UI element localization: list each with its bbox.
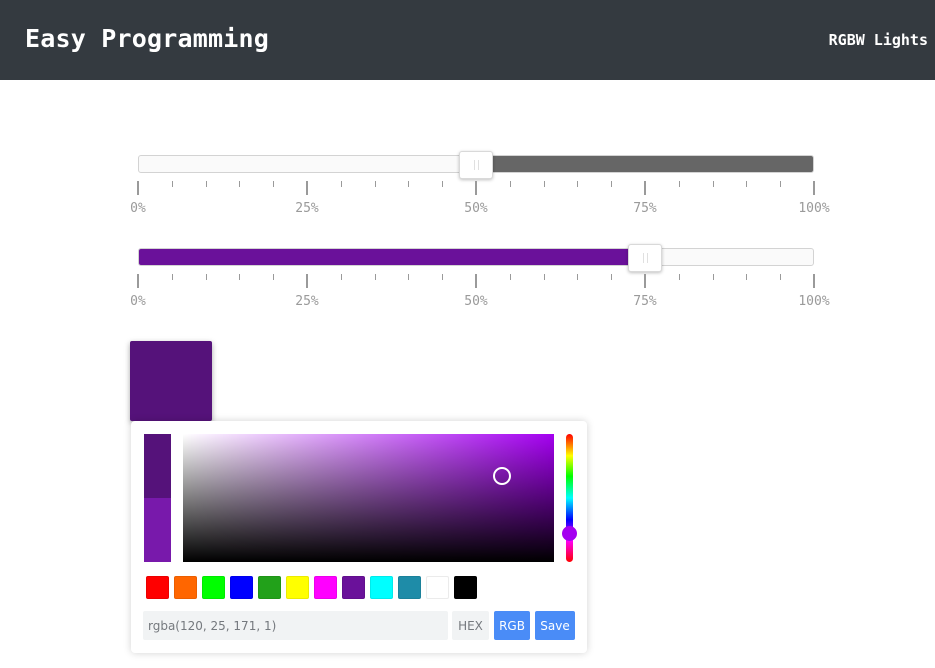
preset-color-swatch[interactable] [258,576,281,599]
color-preview [144,434,171,562]
slider-minor-tick [374,274,376,280]
slider-fill [139,249,646,265]
slider-minor-tick [543,274,545,280]
color-value-input[interactable] [143,611,448,640]
color-brightness-slider[interactable]: 0% 25% 50% 75% 100% [130,244,830,309]
nav-link-rgbw-lights[interactable]: RGBW Lights [829,31,928,49]
slider-minor-tick [611,181,613,187]
slider-major-tick [644,274,646,288]
slider-scale: 0% 25% 50% 75% 100% [130,181,830,221]
slider-minor-tick [340,274,342,280]
slider-minor-tick [171,181,173,187]
navbar: Easy Programming RGBW Lights [0,0,935,80]
slider-track[interactable] [138,248,814,266]
color-picker-panel: HEX RGB Save [131,421,587,653]
slider-tick-label: 100% [798,201,830,216]
slider-minor-tick [746,181,748,187]
preset-color-swatch[interactable] [202,576,225,599]
slider-minor-tick [205,181,207,187]
slider-fill [477,156,813,172]
hue-slider-thumb[interactable] [562,525,577,541]
slider-minor-tick [746,274,748,280]
slider-minor-tick [780,181,782,187]
slider-tick-label: 0% [130,201,146,216]
slider-minor-tick [712,181,714,187]
preset-color-swatch[interactable] [314,576,337,599]
slider-minor-tick [205,274,207,280]
slider-minor-tick [712,274,714,280]
saturation-value-palette[interactable] [183,434,554,562]
slider-minor-tick [273,274,275,280]
white-brightness-slider[interactable]: 0% 25% 50% 75% 100% [130,151,830,216]
slider-minor-tick [442,274,444,280]
slider-minor-tick [509,274,511,280]
slider-minor-tick [780,274,782,280]
slider-major-tick [137,274,139,288]
slider-minor-tick [374,181,376,187]
slider-minor-tick [611,274,613,280]
slider-tick-label: 75% [633,201,657,216]
current-color-preview [144,498,171,562]
save-button[interactable]: Save [535,611,575,640]
brand-title[interactable]: Easy Programming [25,24,269,53]
preset-color-swatch[interactable] [174,576,197,599]
slider-tick-label: 25% [295,201,319,216]
slider-minor-tick [171,274,173,280]
slider-minor-tick [678,181,680,187]
slider-major-tick [813,181,815,195]
slider-minor-tick [239,181,241,187]
slider-major-tick [644,181,646,195]
hex-mode-button[interactable]: HEX [452,611,489,640]
slider-major-tick [813,274,815,288]
slider-minor-tick [442,181,444,187]
preset-color-swatch[interactable] [370,576,393,599]
slider-tick-label: 25% [295,294,319,309]
slider-minor-tick [239,274,241,280]
slider-minor-tick [273,181,275,187]
slider-handle[interactable] [459,151,493,179]
preset-color-swatch[interactable] [146,576,169,599]
slider-major-tick [306,181,308,195]
slider-minor-tick [340,181,342,187]
slider-tick-label: 100% [798,294,830,309]
slider-minor-tick [577,274,579,280]
slider-handle[interactable] [628,244,662,272]
slider-minor-tick [543,181,545,187]
hue-slider[interactable] [562,434,577,562]
preset-color-swatch[interactable] [426,576,449,599]
slider-major-tick [475,274,477,288]
rgb-mode-button[interactable]: RGB [494,611,530,640]
slider-tick-label: 50% [464,201,488,216]
palette-cursor[interactable] [493,467,512,486]
color-swatch-button[interactable] [130,341,212,421]
slider-minor-tick [408,274,410,280]
slider-minor-tick [509,181,511,187]
slider-major-tick [475,181,477,195]
slider-tick-label: 0% [130,294,146,309]
preset-color-swatch[interactable] [286,576,309,599]
slider-tick-label: 50% [464,294,488,309]
slider-tick-label: 75% [633,294,657,309]
preset-color-swatch[interactable] [230,576,253,599]
slider-major-tick [306,274,308,288]
slider-minor-tick [408,181,410,187]
slider-major-tick [137,181,139,195]
previous-color-preview[interactable] [144,434,171,498]
slider-minor-tick [678,274,680,280]
preset-color-swatch[interactable] [454,576,477,599]
slider-minor-tick [577,181,579,187]
preset-color-swatch[interactable] [342,576,365,599]
preset-color-swatch[interactable] [398,576,421,599]
slider-scale: 0% 25% 50% 75% 100% [130,274,830,314]
